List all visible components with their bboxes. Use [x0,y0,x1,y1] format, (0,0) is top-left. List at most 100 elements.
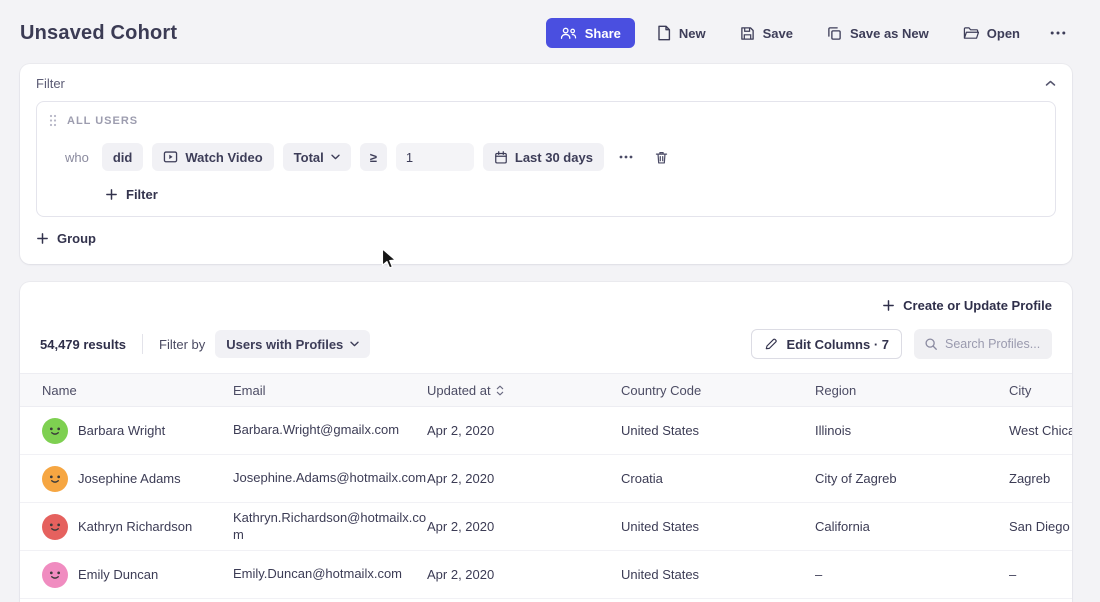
avatar [42,466,68,492]
column-header-city[interactable]: City [1009,374,1072,407]
filter-by-label: Filter by [159,337,205,352]
filter-panel-title: Filter [36,76,65,91]
user-country-code: Croatia [621,455,815,503]
cohort-group: ALL USERS who did Watch Video Total ≥ [36,101,1056,217]
search-icon [924,337,938,351]
more-options-button[interactable] [1042,18,1074,48]
updated-at-label: Updated at [427,383,491,398]
user-updated-at: Apr 2, 2020 [427,407,621,455]
top-bar: Unsaved Cohort Share New Save Save as Ne… [0,0,1100,64]
avatar [42,418,68,444]
results-panel: Create or Update Profile 54,479 results … [20,282,1072,602]
column-header-updated-at[interactable]: Updated at [427,374,621,407]
trash-icon [654,150,669,165]
add-filter-button[interactable]: Filter [105,187,158,202]
plus-icon [882,299,895,312]
user-updated-at: Apr 2, 2020 [427,551,621,599]
add-group-button[interactable]: Group [36,231,96,246]
event-selector[interactable]: Watch Video [152,143,273,171]
did-label: did [113,150,133,165]
new-document-icon [657,25,671,41]
toolbar: Share New Save Save as New Open [546,18,1074,48]
new-button[interactable]: New [645,18,718,48]
filter-clause: who did Watch Video Total ≥ [65,143,1043,171]
user-country-code: United States [621,503,815,551]
share-label: Share [585,26,621,41]
user-city: Zagreb [1009,455,1072,503]
results-toolbar: 54,479 results Filter by Users with Prof… [20,319,1072,373]
open-button[interactable]: Open [951,18,1032,48]
save-label: Save [763,26,793,41]
column-header-name[interactable]: Name [20,374,233,407]
add-group-label: Group [57,231,96,246]
user-email: Barbara.Wright@gmailx.com [233,407,427,455]
create-or-update-label: Create or Update Profile [903,298,1052,313]
column-header-country-code[interactable]: Country Code [621,374,815,407]
table-row[interactable]: Barbara Wright Barbara.Wright@gmailx.com… [20,407,1072,455]
user-updated-at: Apr 2, 2020 [427,503,621,551]
save-button[interactable]: Save [728,18,805,48]
plus-icon [105,188,118,201]
create-row: Create or Update Profile [20,282,1072,319]
search-profiles-input[interactable] [945,337,1042,351]
user-name: Emily Duncan [78,567,158,582]
user-email: Josephine.Adams@hotmailx.com [233,455,427,503]
chevron-down-icon [331,154,340,160]
user-email: Kathryn.Richardson@hotmailx.com [233,503,427,551]
share-users-icon [560,26,577,40]
user-city: San Diego [1009,503,1072,551]
save-as-new-button[interactable]: Save as New [815,18,941,48]
user-country-code: United States [621,551,815,599]
open-label: Open [987,26,1020,41]
profiles-table: Name Email Updated at Country Code Regio… [20,373,1072,599]
save-as-new-label: Save as New [850,26,929,41]
profile-filter-dropdown[interactable]: Users with Profiles [215,330,370,358]
pencil-icon [764,337,778,351]
page-title: Unsaved Cohort [20,22,177,45]
user-name: Kathryn Richardson [78,519,192,534]
user-updated-at: Apr 2, 2020 [427,455,621,503]
share-button[interactable]: Share [546,18,635,48]
folder-icon [963,26,979,40]
user-region: City of Zagreb [815,455,1009,503]
filter-panel-header[interactable]: Filter [20,64,1072,101]
video-icon [163,150,178,164]
did-selector[interactable]: did [102,143,144,171]
user-region: California [815,503,1009,551]
save-icon [740,26,755,41]
group-actions: Group [20,217,1072,264]
avatar [42,514,68,540]
date-range-selector[interactable]: Last 30 days [483,143,604,171]
user-city: – [1009,551,1072,599]
column-header-region[interactable]: Region [815,374,1009,407]
search-profiles-box [914,329,1052,359]
results-count: 54,479 results [40,337,126,352]
user-name: Barbara Wright [78,423,165,438]
table-row[interactable]: Kathryn Richardson Kathryn.Richardson@ho… [20,503,1072,551]
user-name: Josephine Adams [78,471,181,486]
user-region: – [815,551,1009,599]
user-country-code: United States [621,407,815,455]
operator-selector[interactable]: ≥ [360,143,387,171]
clause-more-button[interactable] [613,143,639,171]
delete-clause-button[interactable] [648,143,675,171]
chevron-down-icon [350,341,359,347]
create-or-update-profile-button[interactable]: Create or Update Profile [882,298,1052,313]
threshold-input[interactable] [396,143,474,171]
edit-columns-button[interactable]: Edit Columns · 7 [751,329,902,359]
copy-icon [827,26,842,41]
ellipsis-icon [619,155,633,159]
table-row[interactable]: Josephine Adams Josephine.Adams@hotmailx… [20,455,1072,503]
new-label: New [679,26,706,41]
drag-handle-icon[interactable] [49,114,57,127]
ellipsis-icon [1050,31,1066,35]
chevron-up-icon[interactable] [1045,80,1056,87]
group-label: ALL USERS [67,115,138,127]
table-header-row: Name Email Updated at Country Code Regio… [20,374,1072,407]
sort-icon[interactable] [496,385,504,396]
table-row[interactable]: Emily Duncan Emily.Duncan@hotmailx.com A… [20,551,1072,599]
aggregation-label: Total [294,150,324,165]
calendar-icon [494,150,508,165]
aggregation-dropdown[interactable]: Total [283,143,351,171]
column-header-email[interactable]: Email [233,374,427,407]
